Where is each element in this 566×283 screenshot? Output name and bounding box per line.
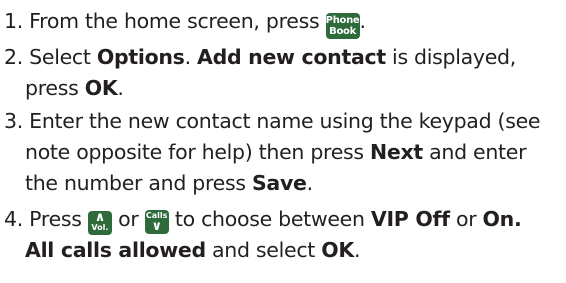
step-1: 1. From the home screen, press Phone Book… [4,9,366,39]
step-number: 1. [4,9,23,33]
step-number: 2. [4,45,23,69]
step-3: 3. Enter the new contact name using the … [4,109,541,195]
step-number: 4. [4,207,23,231]
phone-book-key-icon: Phone Book [325,13,360,39]
step-4: 4. Press ∧ Vol. or Calls ∨ to choose betwe… [4,207,522,262]
step-2: 2. Select Options. Add new contact is di… [4,45,516,100]
step-number: 3. [4,109,23,133]
instruction-list: 1. From the home screen, press Phone Book… [0,0,566,283]
calls-down-key-icon: Calls ∨ [144,210,169,234]
vol-up-key-icon: ∧ Vol. [87,211,112,235]
